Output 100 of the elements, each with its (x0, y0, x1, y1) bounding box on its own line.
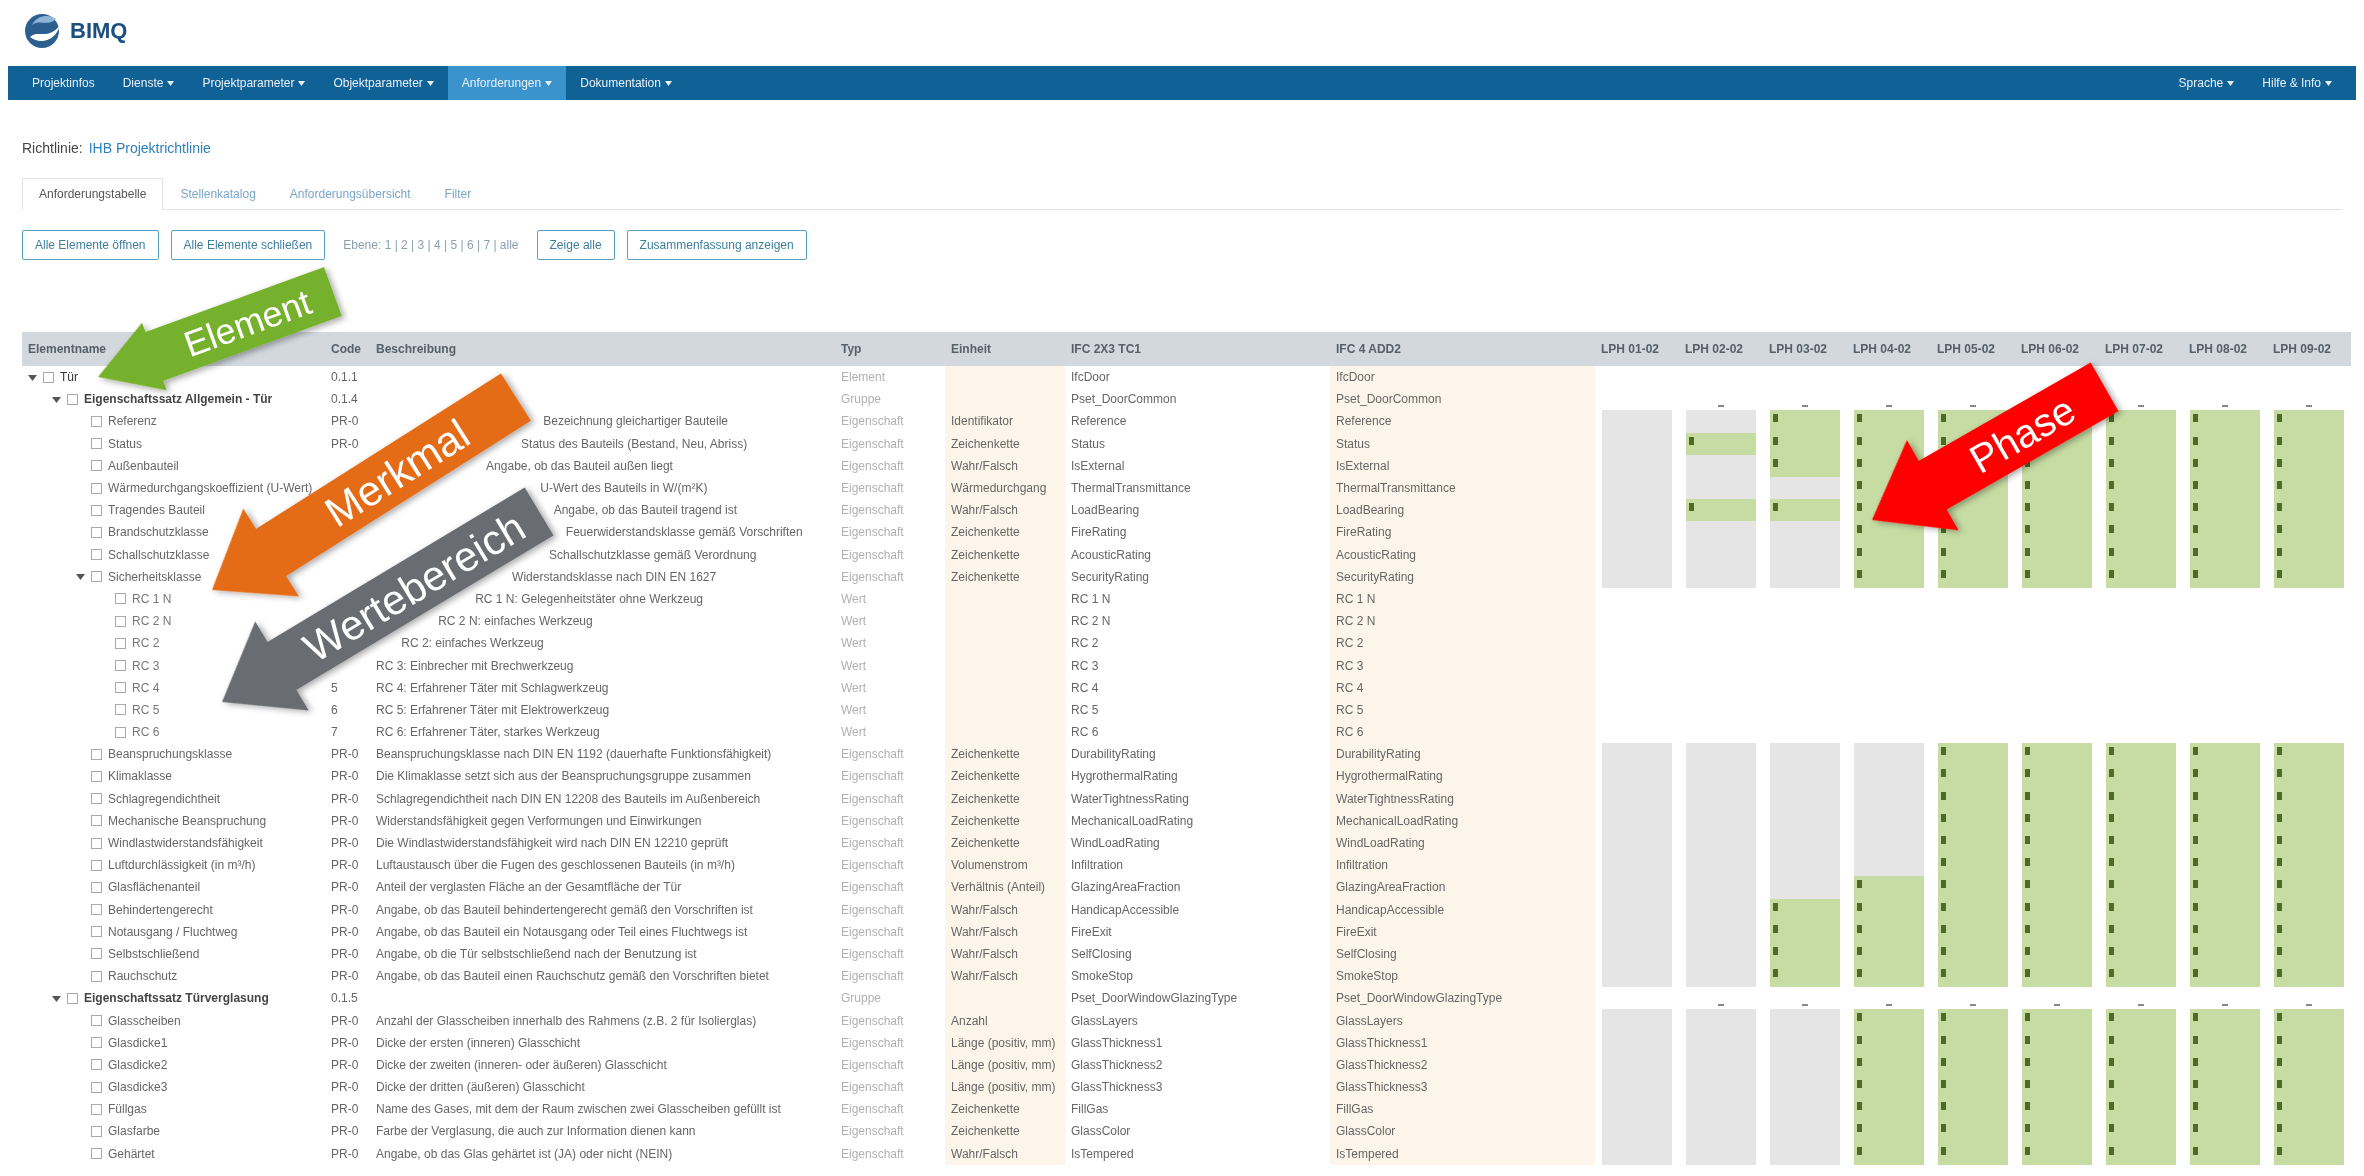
checkbox[interactable] (91, 815, 102, 827)
column-header[interactable]: LPH 03-02 (1763, 342, 1834, 356)
checkbox[interactable] (91, 770, 102, 782)
column-header[interactable]: LPH 06-02 (2015, 342, 2086, 356)
column-header[interactable]: Beschreibung (370, 342, 462, 356)
expand-toggle-icon[interactable] (28, 372, 37, 382)
expand-toggle-icon[interactable] (52, 993, 61, 1003)
checkbox[interactable] (91, 837, 102, 849)
checkbox[interactable] (43, 371, 54, 383)
nav-item[interactable]: Projektparameter (188, 66, 320, 100)
checkbox[interactable] (91, 1148, 102, 1160)
ifc-name: GlazingAreaFraction (1071, 880, 1181, 895)
checkbox[interactable] (115, 615, 126, 627)
checkbox[interactable] (91, 948, 102, 960)
checkbox[interactable] (91, 526, 102, 538)
nav-item[interactable]: Objektparameter (319, 66, 448, 100)
checkbox[interactable] (91, 859, 102, 871)
type-text: Eigenschaft (841, 769, 904, 784)
column-header[interactable]: LPH 05-02 (1931, 342, 2002, 356)
dash-icon (2138, 405, 2144, 408)
checkbox[interactable] (91, 1015, 102, 1027)
checkbox[interactable] (91, 571, 102, 583)
column-header[interactable]: IFC 2X3 TC1 (1065, 342, 1148, 356)
toolbar-button[interactable]: Alle Elemente schließen (170, 230, 326, 260)
toolbar-button[interactable]: Alle Elemente öffnen (22, 230, 159, 260)
checkbox[interactable] (91, 1081, 102, 1093)
requirement-marker-icon (1941, 880, 1946, 889)
checkbox[interactable] (115, 593, 126, 605)
requirement-marker-icon (2025, 924, 2030, 933)
requirement-marker-icon (2193, 503, 2198, 512)
checkbox[interactable] (91, 1125, 102, 1137)
nav-item[interactable]: Hilfe & Info (2248, 66, 2346, 100)
breadcrumb-link[interactable]: IHB Projektrichtlinie (88, 140, 211, 156)
checkbox[interactable] (91, 881, 102, 893)
checkbox[interactable] (91, 926, 102, 938)
code-text: PR-0 (331, 1035, 359, 1050)
requirement-marker-icon (1857, 436, 1862, 445)
column-header[interactable]: LPH 09-02 (2267, 342, 2338, 356)
checkbox[interactable] (91, 549, 102, 561)
checkbox[interactable] (115, 682, 126, 694)
ifc-name: Infiltration (1071, 858, 1124, 873)
level-links[interactable]: Ebene: 1 | 2 | 3 | 4 | 5 | 6 | 7 | alle (337, 238, 525, 252)
tab[interactable]: Stellenkatalog (163, 178, 273, 209)
description-text: Anteil der verglasten Fläche an der Gesamtfläche der Tür (376, 880, 682, 895)
element-name: Außenbauteil (108, 458, 179, 473)
checkbox[interactable] (67, 992, 78, 1004)
tab[interactable]: Filter (427, 178, 489, 209)
checkbox[interactable] (67, 393, 78, 405)
table-cell: Identifikator (945, 410, 1065, 433)
checkbox[interactable] (115, 704, 126, 716)
checkbox[interactable] (91, 1037, 102, 1049)
toolbar-button[interactable]: Zusammenfassung anzeigen (626, 230, 807, 260)
checkbox[interactable] (91, 1103, 102, 1115)
checkbox[interactable] (91, 1059, 102, 1071)
checkbox[interactable] (115, 660, 126, 672)
checkbox[interactable] (91, 748, 102, 760)
ifc-name: RC 4 (1071, 680, 1099, 695)
nav-item[interactable]: Dienste (108, 66, 189, 100)
requirement-marker-icon (2109, 569, 2114, 578)
checkbox[interactable] (115, 726, 126, 738)
checkbox[interactable] (91, 793, 102, 805)
requirement-marker-icon (2109, 880, 2114, 889)
expand-toggle-icon[interactable] (52, 394, 61, 404)
nav-item[interactable]: Projektinfos (18, 66, 109, 100)
checkbox[interactable] (91, 904, 102, 916)
column-header[interactable]: Einheit (945, 342, 997, 356)
checkbox[interactable] (91, 438, 102, 450)
column-header[interactable]: LPH 04-02 (1847, 342, 1918, 356)
tab[interactable]: Anforderungsübersicht (272, 178, 428, 209)
type-text: Eigenschaft (841, 1035, 904, 1050)
checkbox[interactable] (91, 415, 102, 427)
description-text: Angabe, ob die Tür selbstschließend nach der Benutzung ist (376, 946, 697, 961)
element-name: Schlagregendichtheit (108, 791, 221, 806)
requirement-marker-icon (2193, 436, 2198, 445)
requirement-marker-icon (1941, 924, 1946, 933)
ifc-name: Pset_DoorWindowGlazingType (1071, 991, 1238, 1006)
column-header[interactable]: LPH 02-02 (1679, 342, 1750, 356)
nav-item[interactable]: Anforderungen (447, 66, 567, 100)
element-name: Glasflächenanteil (108, 880, 201, 895)
checkbox[interactable] (91, 504, 102, 516)
checkbox[interactable] (91, 460, 102, 472)
code-text: PR-0 (331, 791, 359, 806)
tab[interactable]: Anforderungstabelle (22, 178, 164, 210)
toolbar-button[interactable]: Zeige alle (536, 230, 615, 260)
code-text: PR-0 (331, 1013, 359, 1028)
checkbox[interactable] (91, 970, 102, 982)
nav-item[interactable]: Sprache (2164, 66, 2249, 100)
type-text: Eigenschaft (841, 1102, 904, 1117)
nav-item[interactable]: Dokumentation (566, 66, 686, 100)
expand-toggle-icon[interactable] (76, 572, 85, 582)
element-name: Schallschutzklasse (108, 547, 210, 562)
column-header[interactable]: Typ (835, 342, 868, 356)
checkbox[interactable] (91, 482, 102, 494)
column-header[interactable]: LPH 01-02 (1595, 342, 1666, 356)
column-header[interactable]: LPH 07-02 (2099, 342, 2170, 356)
requirement-marker-icon (2025, 858, 2030, 867)
checkbox[interactable] (115, 637, 126, 649)
column-header[interactable]: LPH 08-02 (2183, 342, 2254, 356)
requirement-marker-icon (2193, 1146, 2198, 1155)
column-header[interactable]: IFC 4 ADD2 (1330, 342, 1407, 356)
